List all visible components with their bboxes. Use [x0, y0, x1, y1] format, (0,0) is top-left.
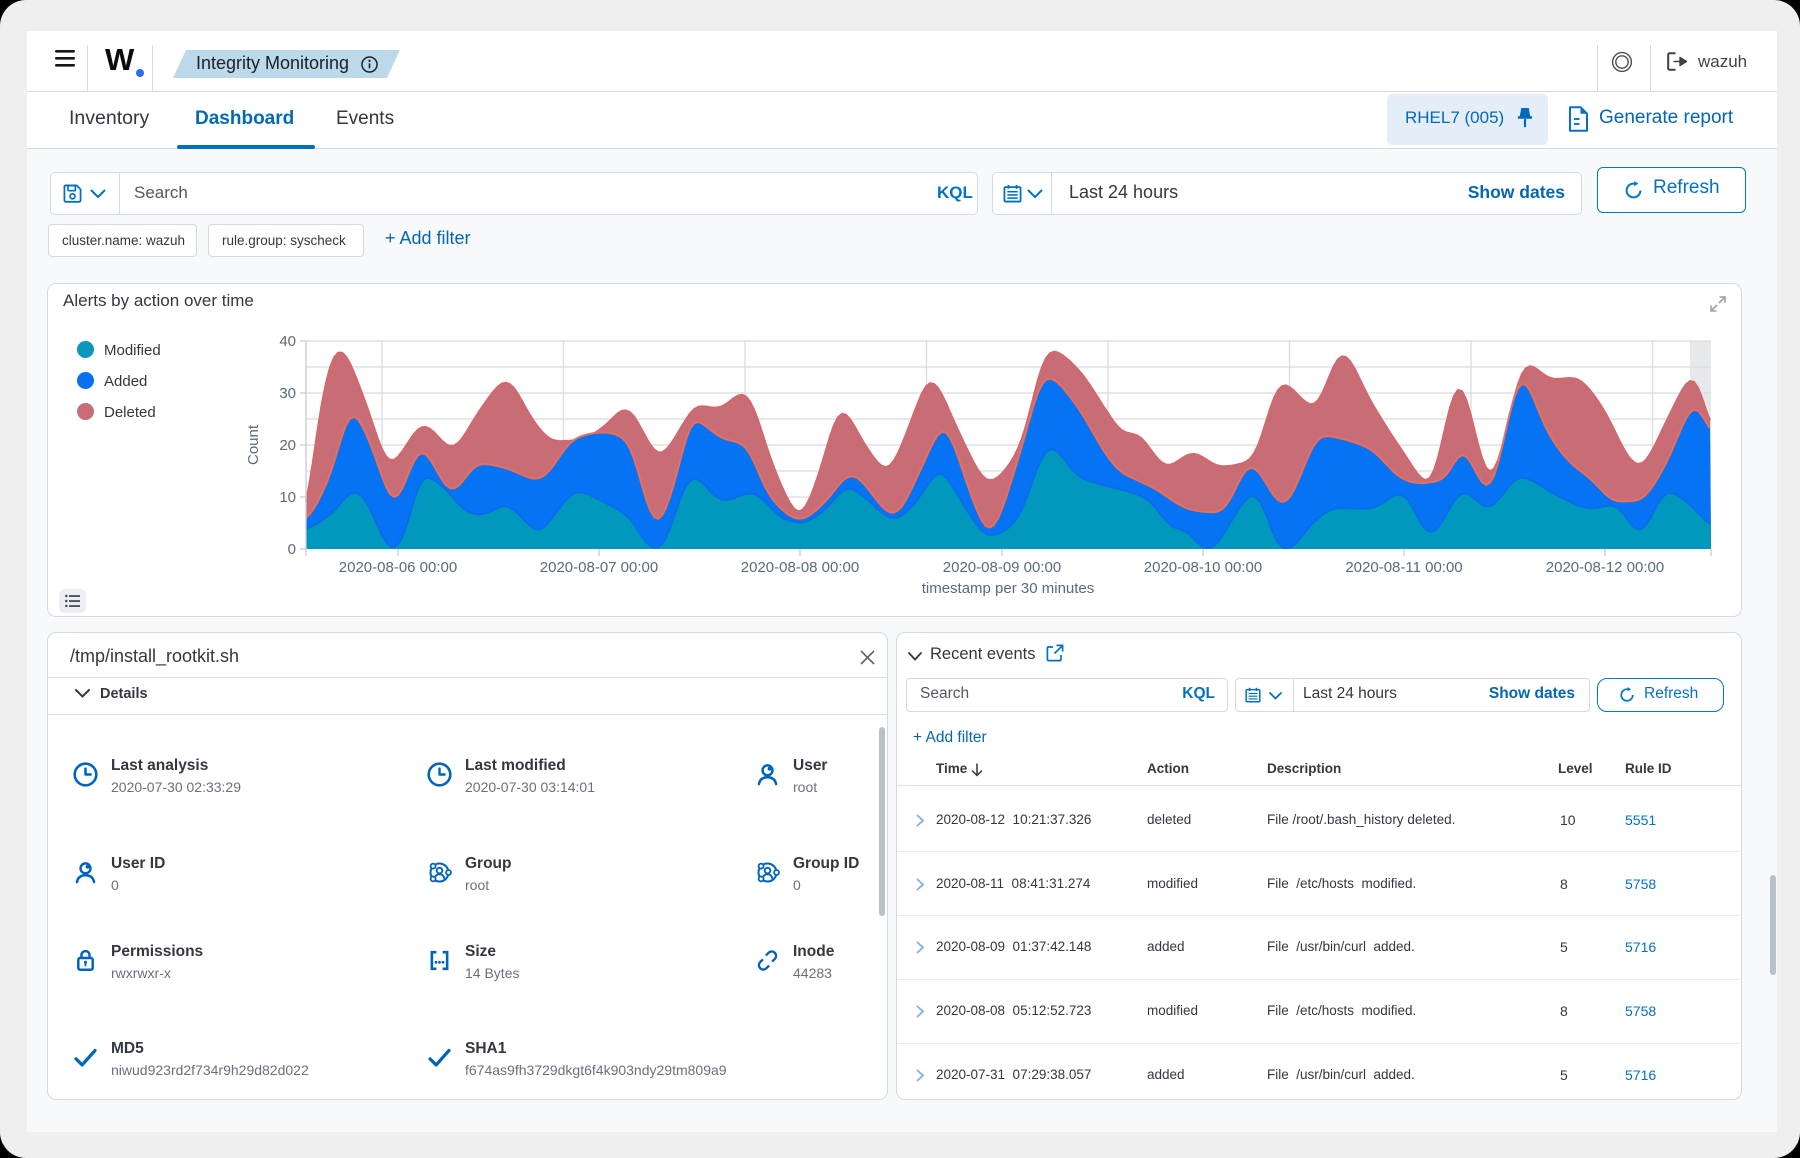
svg-text:40: 40: [279, 333, 296, 350]
svg-text:2020-08-10 00:00: 2020-08-10 00:00: [1144, 559, 1262, 576]
svg-text:2020-08-08 00:00: 2020-08-08 00:00: [741, 559, 859, 576]
svg-text:2020-08-12 00:00: 2020-08-12 00:00: [1546, 559, 1664, 576]
svg-text:20: 20: [279, 437, 296, 454]
svg-text:30: 30: [279, 385, 296, 402]
svg-text:2020-08-09 00:00: 2020-08-09 00:00: [943, 559, 1061, 576]
svg-text:timestamp per 30 minutes: timestamp per 30 minutes: [922, 580, 1095, 597]
svg-text:2020-08-06 00:00: 2020-08-06 00:00: [339, 559, 457, 576]
svg-text:2020-08-11 00:00: 2020-08-11 00:00: [1345, 559, 1462, 576]
svg-text:0: 0: [288, 541, 296, 558]
svg-text:2020-08-07 00:00: 2020-08-07 00:00: [540, 559, 658, 576]
svg-text:Count: Count: [245, 424, 262, 465]
svg-text:10: 10: [279, 489, 296, 506]
